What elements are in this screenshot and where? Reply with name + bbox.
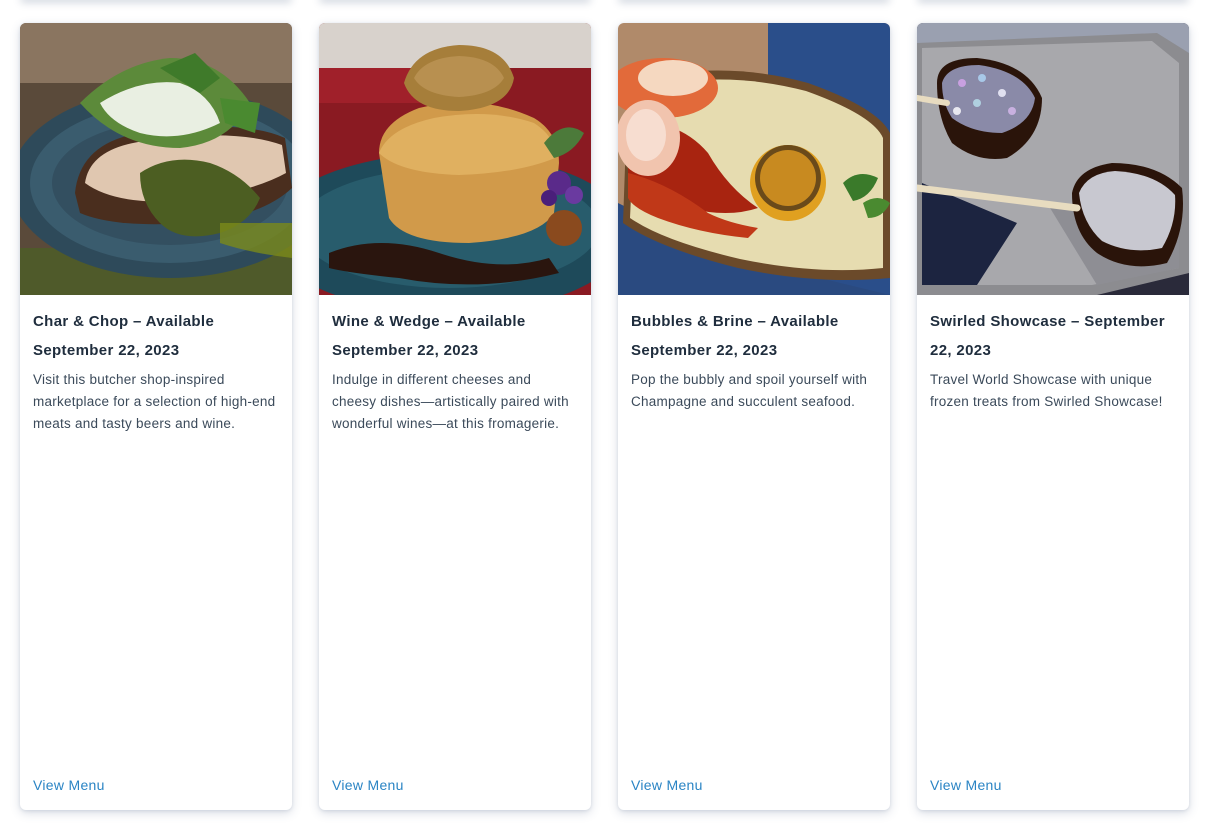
previous-row-edge	[0, 0, 1219, 6]
booth-title: Char & Chop – Available September 22, 20…	[33, 313, 215, 359]
booth-title: Wine & Wedge – Available September 22, 2…	[332, 313, 526, 359]
booth-title: Bubbles & Brine – Available September 22…	[631, 313, 839, 359]
booth-description: Travel World Showcase with unique frozen…	[930, 372, 1163, 409]
char-and-chop-food-image[interactable]	[20, 23, 292, 295]
booth-card-char-and-chop: Char & Chop – Available September 22, 20…	[20, 23, 292, 810]
booth-description: Pop the bubbly and spoil yourself with C…	[631, 372, 868, 409]
view-menu-link[interactable]: View Menu	[930, 777, 1002, 793]
booth-card-bubbles-and-brine: Bubbles & Brine – Available September 22…	[618, 23, 890, 810]
swirled-showcase-food-image[interactable]	[917, 23, 1189, 295]
bubbles-and-brine-food-image[interactable]	[618, 23, 890, 295]
view-menu-link[interactable]: View Menu	[332, 777, 404, 793]
booth-card-swirled-showcase: Swirled Showcase – September 22, 2023 Tr…	[917, 23, 1189, 810]
wine-and-wedge-food-image[interactable]	[319, 23, 591, 295]
view-menu-link[interactable]: View Menu	[33, 777, 105, 793]
booth-card-wine-and-wedge: Wine & Wedge – Available September 22, 2…	[319, 23, 591, 810]
booth-title: Swirled Showcase – September 22, 2023	[930, 313, 1165, 359]
booth-description: Indulge in different cheeses and cheesy …	[332, 372, 569, 431]
view-menu-link[interactable]: View Menu	[631, 777, 703, 793]
booth-card-grid: Char & Chop – Available September 22, 20…	[20, 23, 1189, 810]
booth-description: Visit this butcher shop-inspired marketp…	[33, 372, 276, 431]
